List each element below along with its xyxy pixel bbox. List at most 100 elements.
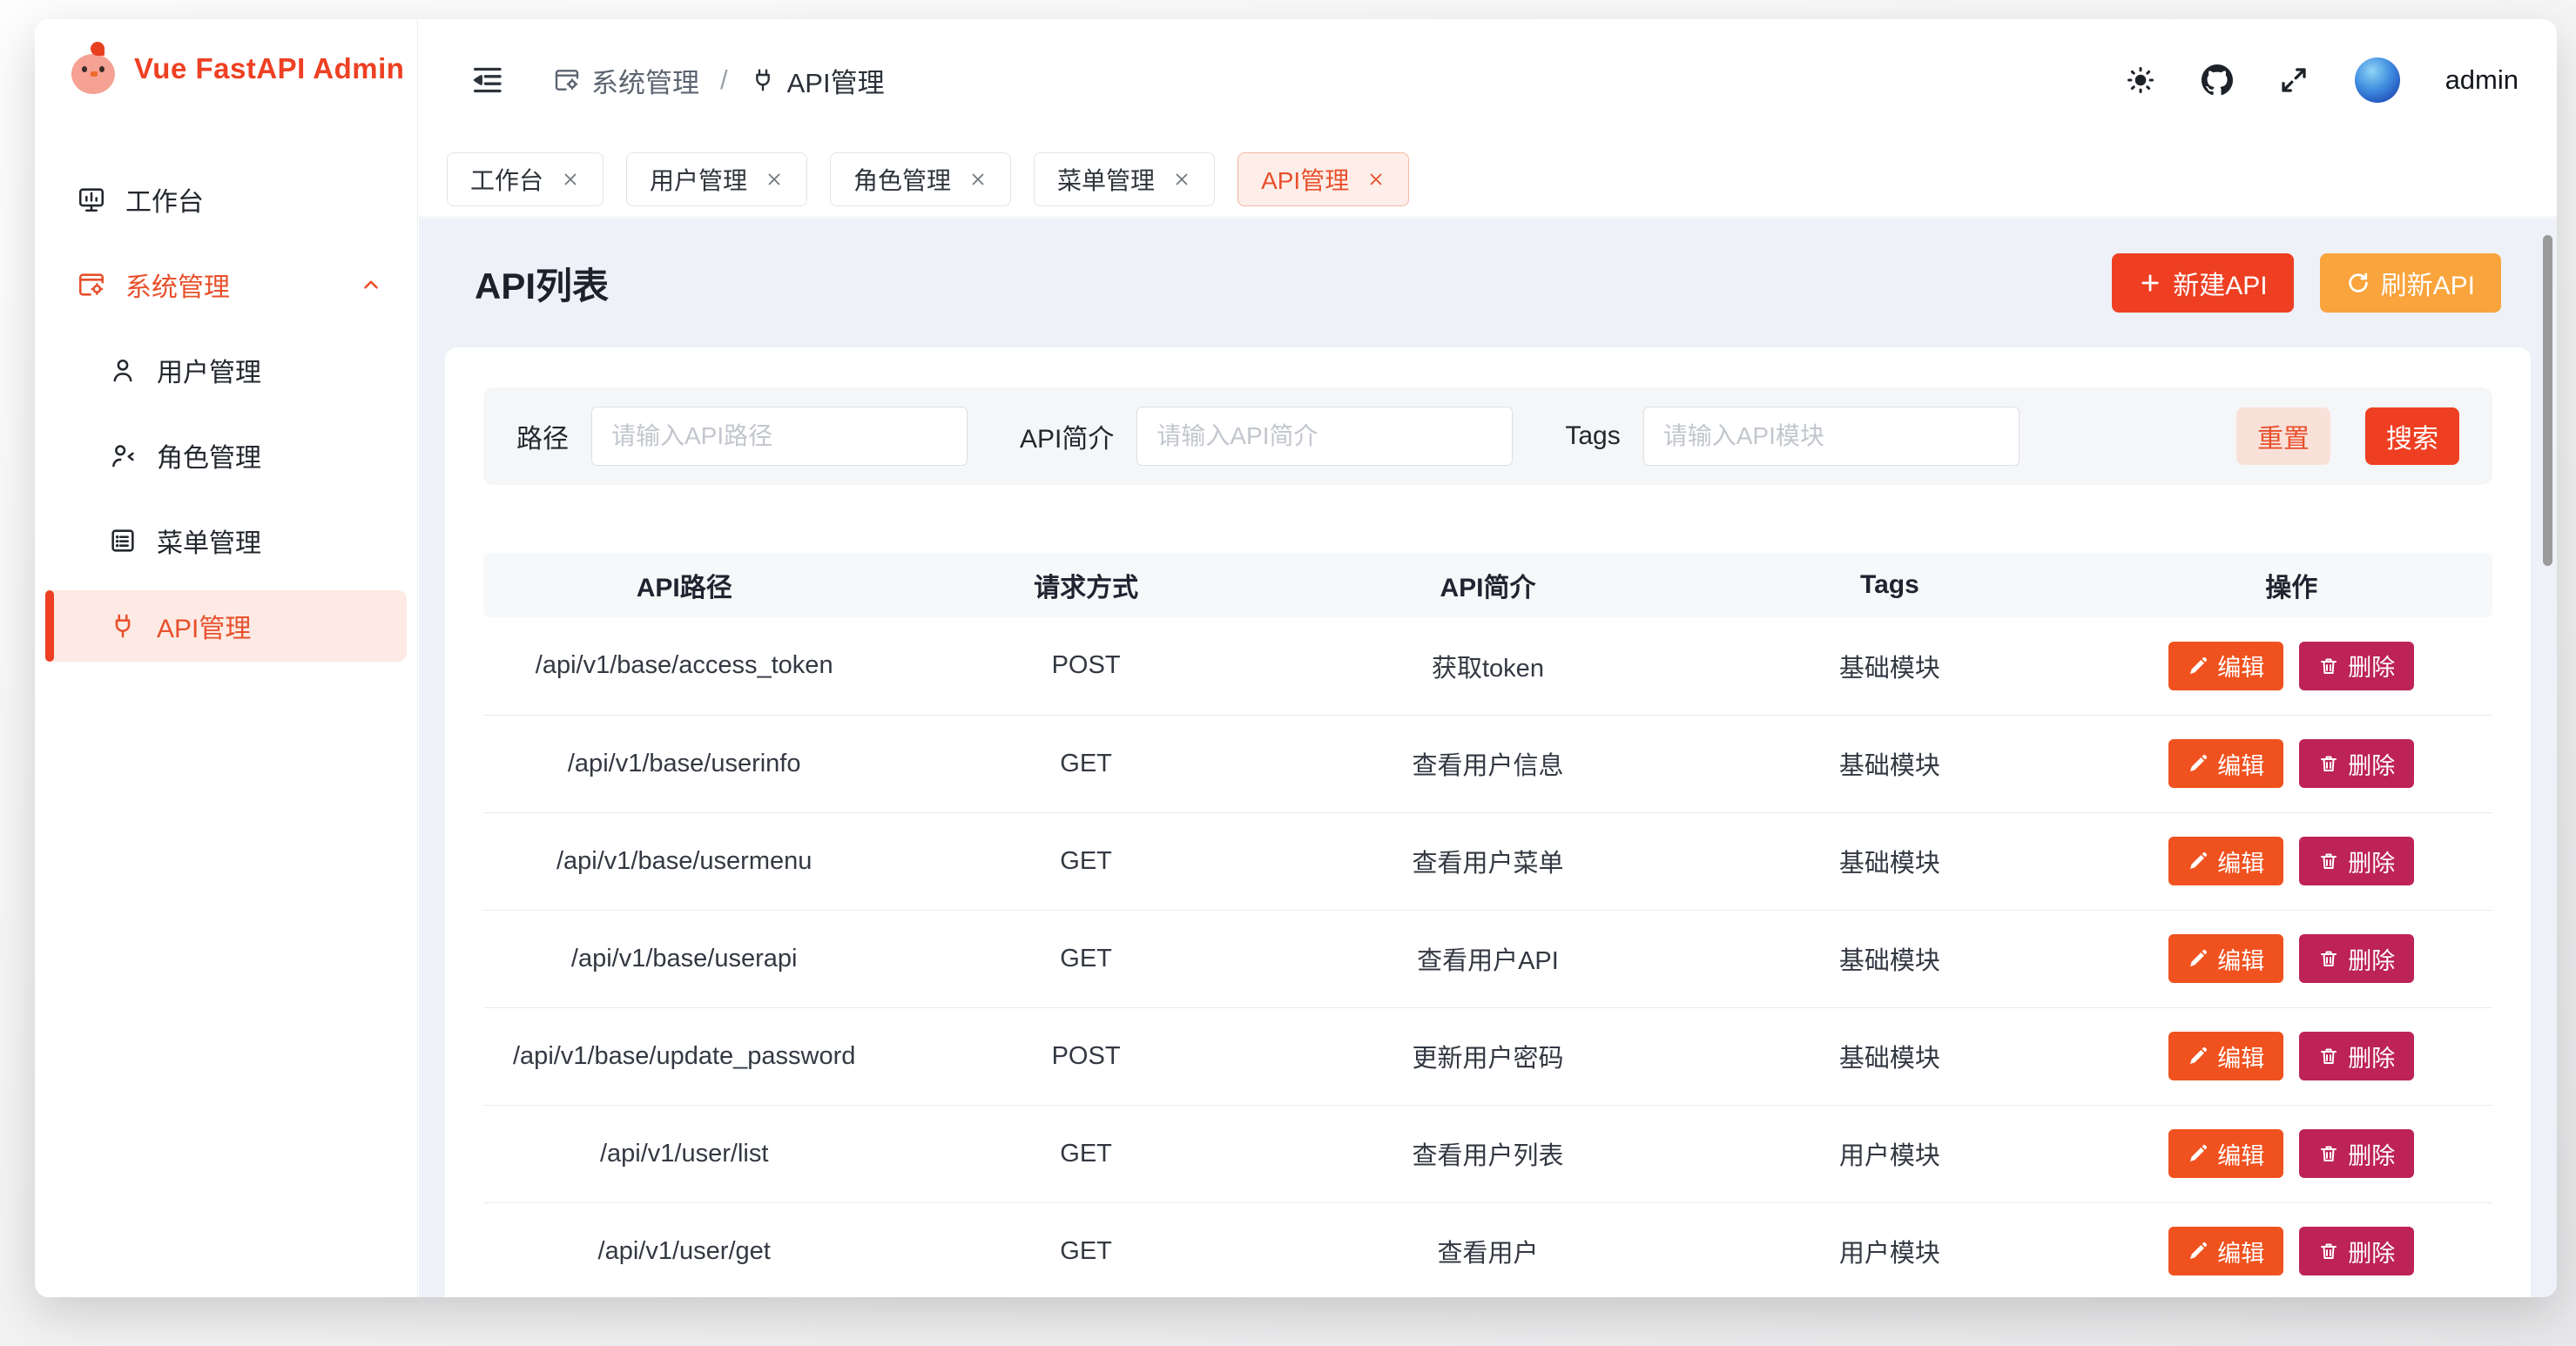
cell-tags: 基础模块 [1689, 617, 2090, 715]
refresh-api-button[interactable]: 刷新API [2320, 253, 2501, 313]
cell-summary: 查看用户列表 [1287, 1105, 1689, 1202]
tab-api[interactable]: API管理 [1237, 152, 1409, 206]
breadcrumb-separator: / [720, 64, 728, 96]
trash-icon [2318, 1046, 2339, 1067]
delete-button[interactable]: 删除 [2299, 1032, 2414, 1080]
col-method: 请求方式 [885, 553, 1286, 617]
username-label[interactable]: admin [2445, 64, 2519, 96]
tab-menus[interactable]: 菜单管理 [1034, 152, 1215, 206]
pencil-icon [2188, 656, 2208, 676]
delete-button[interactable]: 删除 [2299, 1227, 2414, 1275]
main-area: 系统管理 / API管理 admin [419, 19, 2557, 1297]
edit-button[interactable]: 编辑 [2168, 934, 2283, 983]
path-filter-input[interactable] [591, 407, 968, 466]
sidebar-item-label: 工作台 [125, 180, 204, 219]
sidebar-item-label: 角色管理 [157, 436, 261, 474]
table-card: 路径 API简介 Tags 重置 搜索 [445, 347, 2531, 1297]
cell-summary: 查看用户菜单 [1287, 812, 1689, 910]
sidebar-item-menus[interactable]: 菜单管理 [45, 505, 407, 576]
menu-list-icon [108, 526, 138, 555]
tab-close-icon[interactable] [1172, 170, 1191, 189]
cell-summary: 查看用户信息 [1287, 715, 1689, 812]
sidebar-item-system[interactable]: 系统管理 [45, 249, 407, 320]
page-content: API列表 新建API 刷新API [419, 219, 2557, 1297]
table-row: /api/v1/base/access_token POST 获取token 基… [483, 617, 2492, 715]
edit-button[interactable]: 编辑 [2168, 1129, 2283, 1178]
cell-path: /api/v1/base/update_password [483, 1007, 885, 1105]
cell-summary: 查看用户API [1287, 910, 1689, 1007]
new-api-button[interactable]: 新建API [2112, 253, 2293, 313]
sidebar-item-label: 系统管理 [125, 266, 230, 304]
chicken-logo-icon [70, 42, 118, 96]
table-row: /api/v1/base/userinfo GET 查看用户信息 基础模块 编辑… [483, 715, 2492, 812]
edit-button[interactable]: 编辑 [2168, 642, 2283, 690]
pencil-icon [2188, 851, 2208, 872]
summary-filter-input[interactable] [1136, 407, 1513, 466]
edit-button[interactable]: 编辑 [2168, 1227, 2283, 1275]
top-bar: 系统管理 / API管理 admin [419, 19, 2557, 141]
system-window-gear-icon [553, 66, 581, 94]
edit-button[interactable]: 编辑 [2168, 739, 2283, 788]
pencil-icon [2188, 1046, 2208, 1067]
table-row: /api/v1/base/usermenu GET 查看用户菜单 基础模块 编辑… [483, 812, 2492, 910]
pencil-icon [2188, 948, 2208, 969]
table-row: /api/v1/base/userapi GET 查看用户API 基础模块 编辑… [483, 910, 2492, 1007]
delete-button[interactable]: 删除 [2299, 642, 2414, 690]
page-header-row: API列表 新建API 刷新API [445, 219, 2531, 347]
user-avatar[interactable] [2355, 57, 2400, 103]
pencil-icon [2188, 1143, 2208, 1164]
tab-label: 用户管理 [650, 162, 747, 197]
reset-button[interactable]: 重置 [2236, 407, 2330, 465]
sidebar-item-api[interactable]: API管理 [45, 590, 407, 662]
desktop-background: Vue FastAPI Admin 工作台 系统管理 用户管理 [0, 0, 2576, 1346]
sidebar-item-workbench[interactable]: 工作台 [45, 164, 407, 235]
app-logo[interactable]: Vue FastAPI Admin [35, 19, 417, 96]
tab-workbench[interactable]: 工作台 [447, 152, 604, 206]
open-tabs-bar: 工作台 用户管理 角色管理 菜单管理 API管理 [419, 141, 2557, 218]
table-header-row: API路径 请求方式 API简介 Tags 操作 [483, 553, 2492, 617]
edit-button[interactable]: 编辑 [2168, 837, 2283, 885]
breadcrumb-parent-label: 系统管理 [591, 61, 699, 100]
delete-button[interactable]: 删除 [2299, 739, 2414, 788]
system-window-gear-icon [77, 270, 106, 299]
top-right-tools: admin [2125, 57, 2519, 103]
search-button[interactable]: 搜索 [2365, 407, 2459, 465]
tab-close-icon[interactable] [765, 170, 784, 189]
edit-button[interactable]: 编辑 [2168, 1032, 2283, 1080]
refresh-icon [2346, 271, 2370, 295]
tab-close-icon[interactable] [1366, 170, 1386, 189]
theme-sun-icon[interactable] [2125, 64, 2156, 96]
trash-icon [2318, 1241, 2339, 1262]
tab-label: 角色管理 [853, 162, 951, 197]
chevron-up-icon [360, 273, 382, 296]
tab-roles[interactable]: 角色管理 [830, 152, 1011, 206]
delete-button[interactable]: 删除 [2299, 934, 2414, 983]
tab-users[interactable]: 用户管理 [626, 152, 807, 206]
sidebar-collapse-icon[interactable] [469, 63, 504, 98]
table-row: /api/v1/user/list GET 查看用户列表 用户模块 编辑 删除 [483, 1105, 2492, 1202]
tags-filter-input[interactable] [1643, 407, 2020, 466]
github-icon[interactable] [2202, 64, 2233, 96]
cell-path: /api/v1/base/usermenu [483, 812, 885, 910]
sidebar-menu: 工作台 系统管理 用户管理 角色管理 菜单管理 [35, 164, 417, 662]
plus-icon [2138, 271, 2162, 295]
api-plug-icon [749, 66, 777, 94]
tab-close-icon[interactable] [968, 170, 988, 189]
delete-button[interactable]: 删除 [2299, 837, 2414, 885]
app-window: Vue FastAPI Admin 工作台 系统管理 用户管理 [35, 19, 2557, 1297]
trash-icon [2318, 851, 2339, 872]
breadcrumb-current: API管理 [749, 61, 885, 100]
cell-method: GET [885, 1105, 1286, 1202]
tab-close-icon[interactable] [561, 170, 580, 189]
sidebar-item-roles[interactable]: 角色管理 [45, 420, 407, 491]
delete-button[interactable]: 删除 [2299, 1129, 2414, 1178]
sidebar-item-users[interactable]: 用户管理 [45, 334, 407, 406]
tab-label: API管理 [1261, 162, 1349, 197]
fullscreen-icon[interactable] [2278, 64, 2310, 96]
trash-icon [2318, 948, 2339, 969]
breadcrumb-parent[interactable]: 系统管理 [553, 61, 699, 100]
cell-path: /api/v1/user/list [483, 1105, 885, 1202]
scrollbar-thumb[interactable] [2543, 235, 2552, 566]
trash-icon [2318, 753, 2339, 774]
user-icon [108, 355, 138, 385]
